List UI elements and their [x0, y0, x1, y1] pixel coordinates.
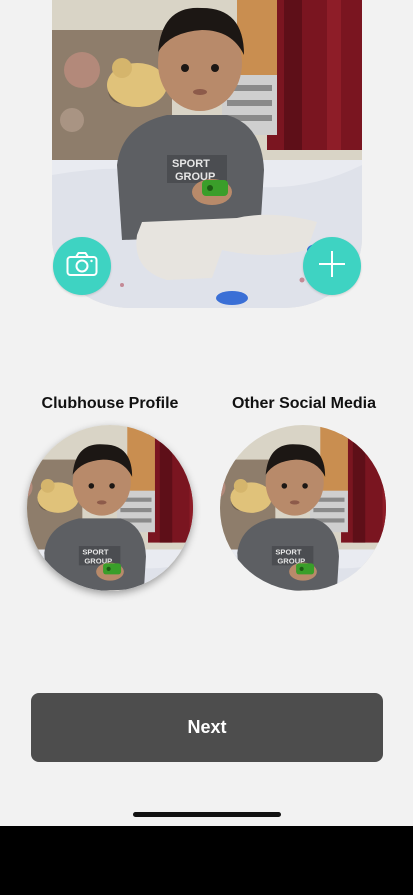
screen: Clubhouse Profile Other Social Media Nex…: [0, 0, 413, 826]
home-indicator: [133, 812, 281, 817]
clubhouse-profile-label: Clubhouse Profile: [41, 395, 179, 412]
bottom-bar: [0, 826, 413, 895]
clubhouse-profile-preview: [27, 425, 193, 591]
plus-icon: [317, 249, 347, 284]
other-social-media-label: Other Social Media: [231, 395, 377, 412]
camera-icon: [66, 251, 98, 282]
add-button[interactable]: [303, 237, 361, 295]
next-button[interactable]: Next: [31, 693, 383, 762]
camera-button[interactable]: [53, 237, 111, 295]
other-social-media-preview: [220, 425, 386, 591]
